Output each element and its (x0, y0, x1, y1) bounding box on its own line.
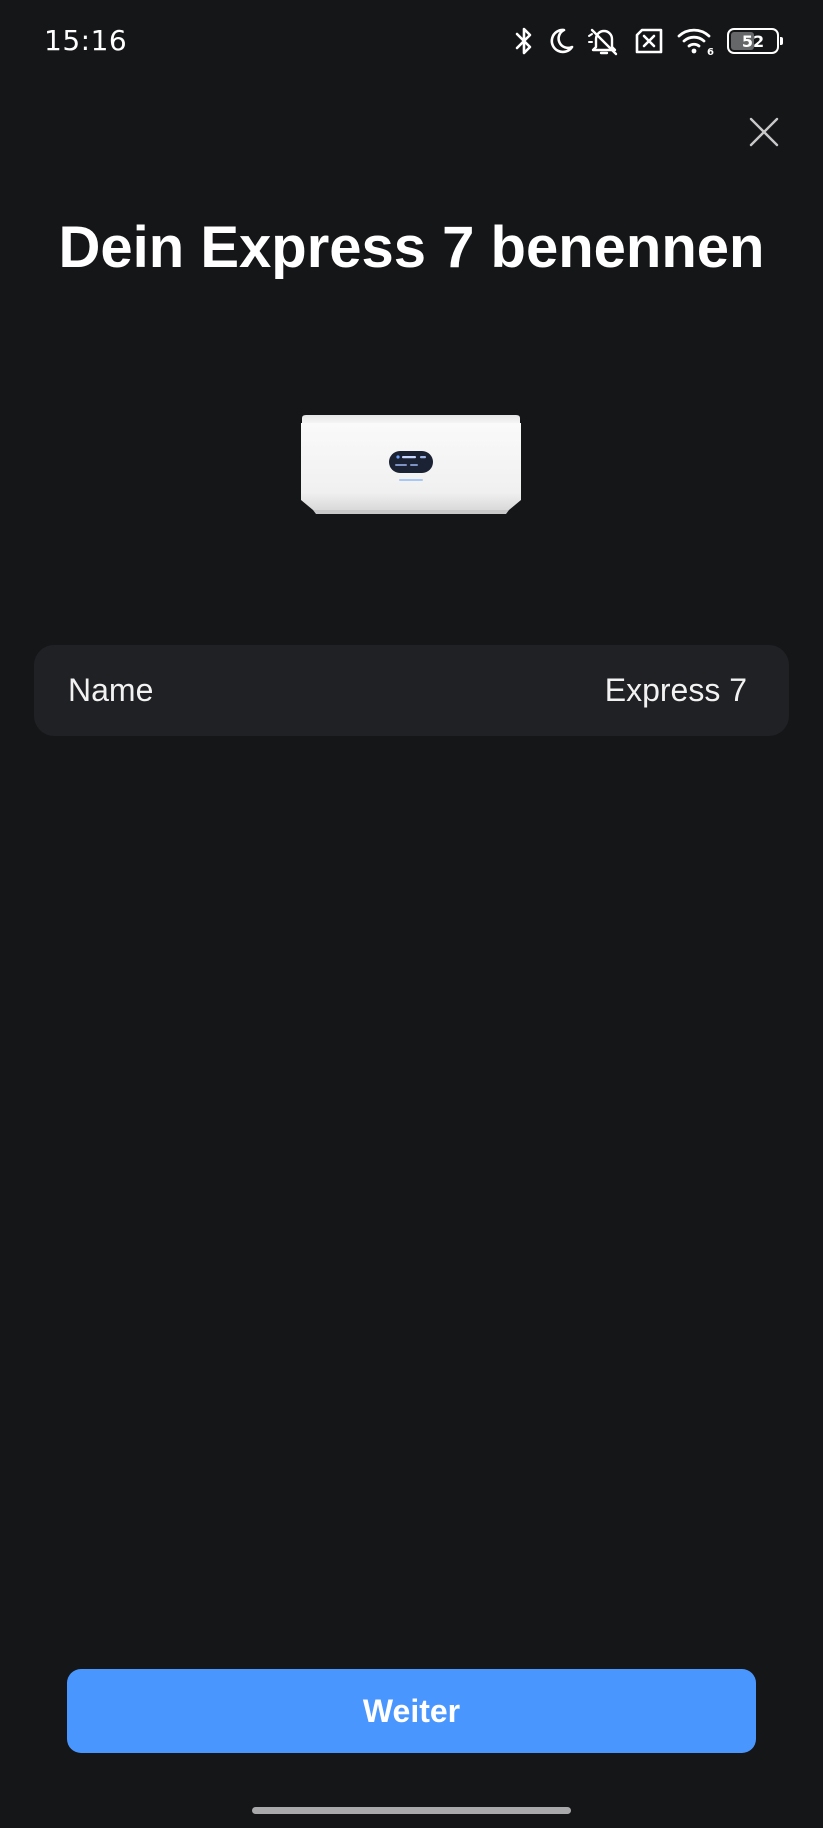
svg-text:6: 6 (707, 47, 714, 56)
continue-button[interactable]: Weiter (67, 1669, 756, 1753)
no-sim-icon (635, 28, 663, 54)
name-field[interactable]: Name Express 7 (34, 645, 789, 736)
page-title: Dein Express 7 benennen (58, 215, 765, 280)
close-button[interactable] (744, 112, 784, 152)
bluetooth-icon (515, 27, 532, 55)
battery-icon: 52 (727, 28, 783, 54)
do-not-disturb-moon-icon (550, 28, 574, 54)
close-icon (749, 117, 779, 147)
battery-level: 52 (741, 31, 765, 51)
wifi-6-icon: 6 (677, 28, 714, 56)
home-indicator[interactable] (252, 1807, 571, 1814)
status-time: 15:16 (44, 24, 128, 57)
status-bar: 15:16 6 52 (0, 0, 823, 84)
bell-off-icon (588, 28, 618, 56)
name-label: Name (68, 672, 154, 708)
status-icons: 6 52 (513, 24, 783, 58)
name-value[interactable]: Express 7 (605, 672, 747, 709)
device-image (296, 412, 526, 516)
